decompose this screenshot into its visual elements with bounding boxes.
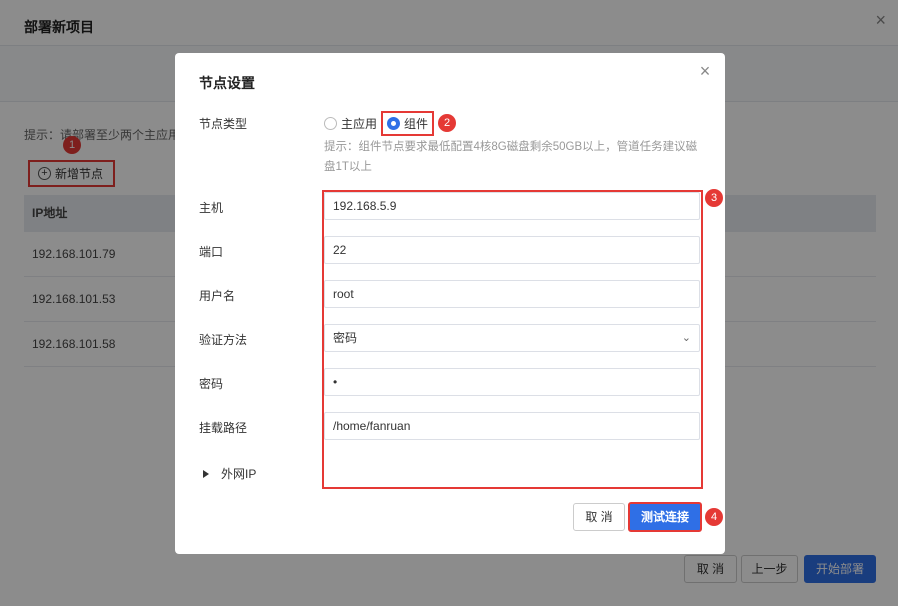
mount-path-input[interactable]: /home/fanruan: [324, 412, 700, 440]
annotation-badge-4: 4: [705, 508, 723, 526]
node-type-label: 节点类型: [199, 117, 248, 131]
radio-component[interactable]: 组件: [381, 110, 435, 136]
radio-unchecked-icon: [324, 116, 337, 130]
radio-component-label: 组件: [404, 116, 429, 131]
modal-title: 节点设置: [199, 75, 255, 91]
port-label: 端口: [199, 245, 224, 259]
cancel-button[interactable]: 取 消: [573, 503, 625, 531]
annotation-badge-2: 2: [438, 114, 457, 132]
host-input[interactable]: 192.168.5.9: [324, 192, 700, 220]
close-icon[interactable]: ×: [697, 62, 713, 80]
external-ip-expander[interactable]: 外网IP: [203, 465, 256, 482]
password-label: 密码: [199, 377, 224, 391]
username-label: 用户名: [199, 289, 236, 303]
auth-method-select[interactable]: 密码 ⌄: [324, 324, 700, 352]
annotation-badge-3: 3: [705, 189, 723, 207]
caret-right-icon: [203, 469, 209, 478]
port-input[interactable]: 22: [324, 236, 700, 264]
node-type-hint: 提示：组件节点要求最低配置4核8G磁盘剩余50GB以上，管道任务建议磁盘1T以上: [324, 141, 698, 173]
mount-path-label: 挂载路径: [199, 421, 248, 435]
radio-main-app-label: 主应用: [341, 116, 378, 131]
node-settings-modal: 节点设置 × 节点类型 主应用 组件 2 提示：组件节点要求最低配置4核8G磁盘…: [175, 53, 725, 554]
test-connection-button[interactable]: 测试连接: [628, 502, 702, 532]
username-input[interactable]: root: [324, 280, 700, 308]
node-type-radio-group: 主应用 组件 2: [324, 110, 457, 136]
radio-checked-icon: [387, 116, 401, 130]
auth-method-value: 密码: [333, 331, 358, 345]
chevron-down-icon: ⌄: [681, 332, 691, 344]
password-input[interactable]: •: [324, 368, 700, 396]
host-label: 主机: [199, 201, 224, 215]
auth-method-label: 验证方法: [199, 333, 248, 347]
external-ip-label: 外网IP: [221, 467, 257, 481]
radio-main-app[interactable]: 主应用: [324, 115, 377, 132]
